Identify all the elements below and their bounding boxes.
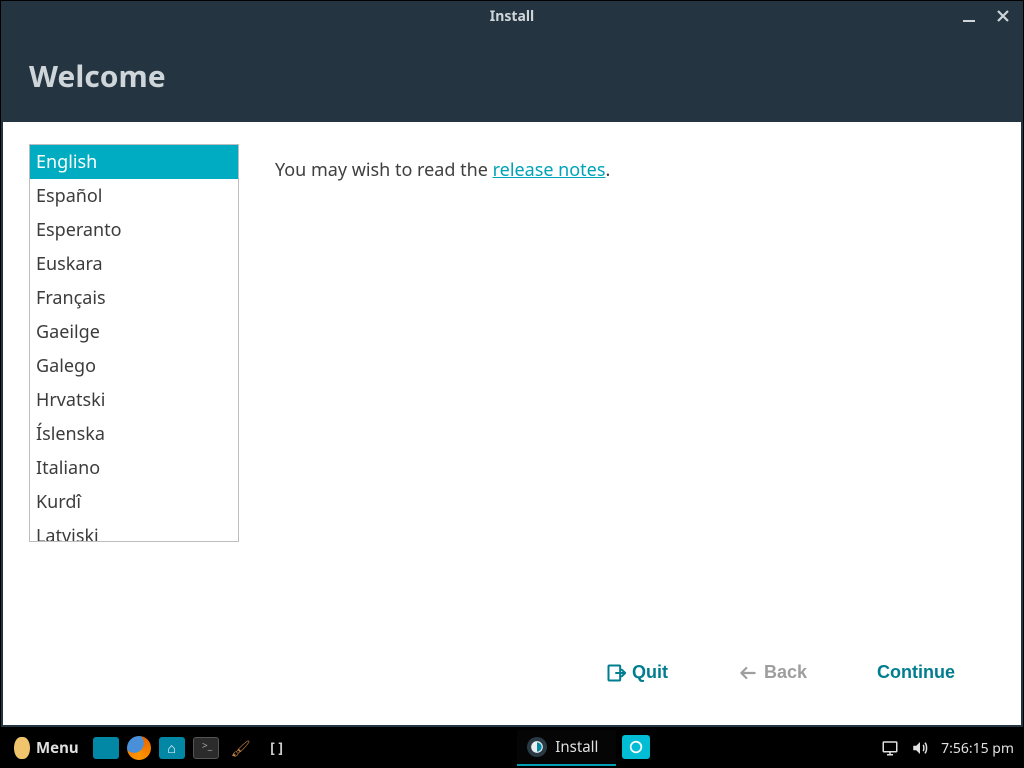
info-text: You may wish to read the release notes. (275, 144, 610, 642)
terminal-icon[interactable]: >_ (193, 737, 219, 759)
back-label: Back (764, 662, 807, 683)
back-button[interactable]: Back (738, 662, 807, 683)
menu-logo-icon (14, 737, 30, 759)
task-secondary[interactable] (616, 730, 656, 766)
body-row: English Español Esperanto Euskara França… (29, 144, 995, 642)
language-item[interactable]: Esperanto (30, 213, 238, 247)
language-item[interactable]: Hrvatski (30, 383, 238, 417)
window-controls (957, 1, 1015, 31)
release-notes-link[interactable]: release notes (493, 158, 606, 182)
continue-label: Continue (877, 662, 955, 683)
taskbar-right: 7:56:15 pm (881, 739, 1024, 758)
display-icon[interactable] (881, 739, 899, 757)
quit-label: Quit (632, 662, 668, 683)
task-install-label: Install (555, 737, 598, 757)
brush-icon[interactable]: 🖌 (227, 734, 255, 762)
page-header: Welcome (1, 31, 1023, 122)
language-item[interactable]: Italiano (30, 451, 238, 485)
language-item[interactable]: Latviski (30, 519, 238, 542)
info-prefix: You may wish to read the (275, 158, 493, 182)
language-item[interactable]: Gaeilge (30, 315, 238, 349)
language-item[interactable]: Español (30, 179, 238, 213)
firefox-icon[interactable] (127, 736, 151, 760)
continue-button[interactable]: Continue (877, 662, 955, 683)
content-area: English Español Esperanto Euskara França… (3, 122, 1021, 725)
taskbar: Menu ⌂ >_ 🖌 [ ] Install 7:56:15 pm (0, 728, 1024, 768)
taskbar-left: Menu ⌂ >_ 🖌 [ ] (0, 734, 293, 762)
language-list[interactable]: English Español Esperanto Euskara França… (29, 144, 239, 542)
task-install[interactable]: Install (517, 730, 616, 766)
language-item[interactable]: English (30, 145, 238, 179)
install-task-icon (527, 737, 547, 757)
titlebar[interactable]: Install (1, 1, 1023, 31)
menu-button[interactable]: Menu (6, 734, 87, 762)
info-suffix: . (605, 158, 610, 182)
language-item[interactable]: Français (30, 281, 238, 315)
secondary-task-icon (622, 735, 650, 759)
volume-icon[interactable] (911, 739, 929, 757)
home-glyph-icon: ⌂ (167, 739, 175, 758)
menu-label: Menu (36, 738, 79, 758)
back-arrow-icon (738, 663, 758, 683)
workspace-switcher-icon[interactable]: [ ] (263, 734, 291, 762)
quit-icon (606, 663, 626, 683)
button-row: Quit Back Continue (29, 642, 995, 703)
language-item[interactable]: Kurdî (30, 485, 238, 519)
close-button[interactable] (991, 4, 1015, 28)
show-desktop-icon[interactable] (93, 737, 119, 759)
clock[interactable]: 7:56:15 pm (941, 739, 1014, 758)
page-title: Welcome (29, 55, 995, 96)
minimize-button[interactable] (957, 4, 981, 28)
language-item[interactable]: Íslenska (30, 417, 238, 451)
taskbar-center: Install (293, 728, 882, 768)
window-title: Install (490, 7, 534, 26)
installer-window: Install Welcome English Español Esperant… (0, 0, 1024, 728)
language-item[interactable]: Galego (30, 349, 238, 383)
file-manager-icon[interactable]: ⌂ (159, 737, 185, 759)
quit-button[interactable]: Quit (606, 662, 668, 683)
language-item[interactable]: Euskara (30, 247, 238, 281)
